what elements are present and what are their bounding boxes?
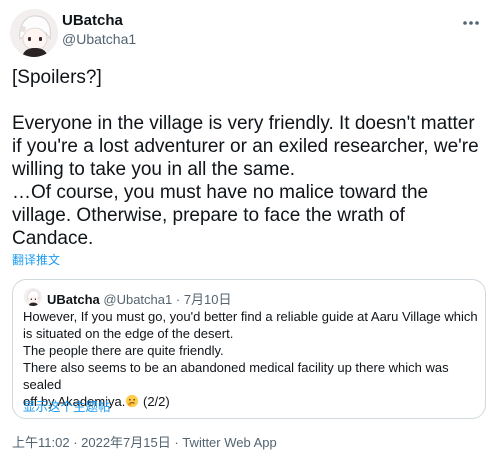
more-dots-icon — [463, 21, 479, 25]
quoted-tweet-card[interactable]: UBatcha @Ubatcha1 · 7月10日 However, If yo… — [12, 279, 486, 419]
quoted-text-suffix: (2/2) — [139, 394, 170, 409]
more-options-button[interactable] — [458, 10, 484, 36]
quoted-display-name: UBatcha — [47, 292, 100, 307]
quoted-date: 7月10日 — [183, 292, 232, 307]
quoted-tweet-header: UBatcha @Ubatcha1 · 7月10日 — [47, 289, 232, 308]
quoted-separator: · — [175, 292, 181, 307]
author-handle[interactable]: @Ubatcha1 — [62, 31, 136, 47]
author-display-name[interactable]: UBatcha — [62, 12, 123, 29]
quoted-author-avatar — [24, 288, 42, 306]
tweet-time[interactable]: 上午11:02 — [12, 435, 70, 450]
quoted-text-main: However, If you must go, you'd better fi… — [23, 309, 478, 409]
meta-separator: · — [170, 435, 183, 450]
quoted-tweet-text: However, If you must go, you'd better fi… — [23, 308, 479, 410]
chibi-avatar-icon — [24, 288, 42, 306]
tweet-date[interactable]: 2022年7月15日 — [81, 435, 171, 450]
translate-tweet-link[interactable]: 翻译推文 — [12, 251, 60, 268]
tweet-client[interactable]: Twitter Web App — [182, 435, 276, 450]
meta-separator: · — [69, 435, 82, 450]
author-avatar[interactable] — [10, 9, 58, 57]
tweet-meta: 上午11:02 · 2022年7月15日 · Twitter Web App — [12, 432, 277, 451]
show-thread-link[interactable]: 显示这个主题帖 — [23, 396, 111, 415]
chibi-avatar-icon — [10, 9, 58, 57]
thinking-face-icon — [126, 394, 139, 408]
quoted-handle: @Ubatcha1 — [103, 292, 173, 307]
tweet-text: [Spoilers?] Everyone in the village is v… — [12, 67, 479, 249]
